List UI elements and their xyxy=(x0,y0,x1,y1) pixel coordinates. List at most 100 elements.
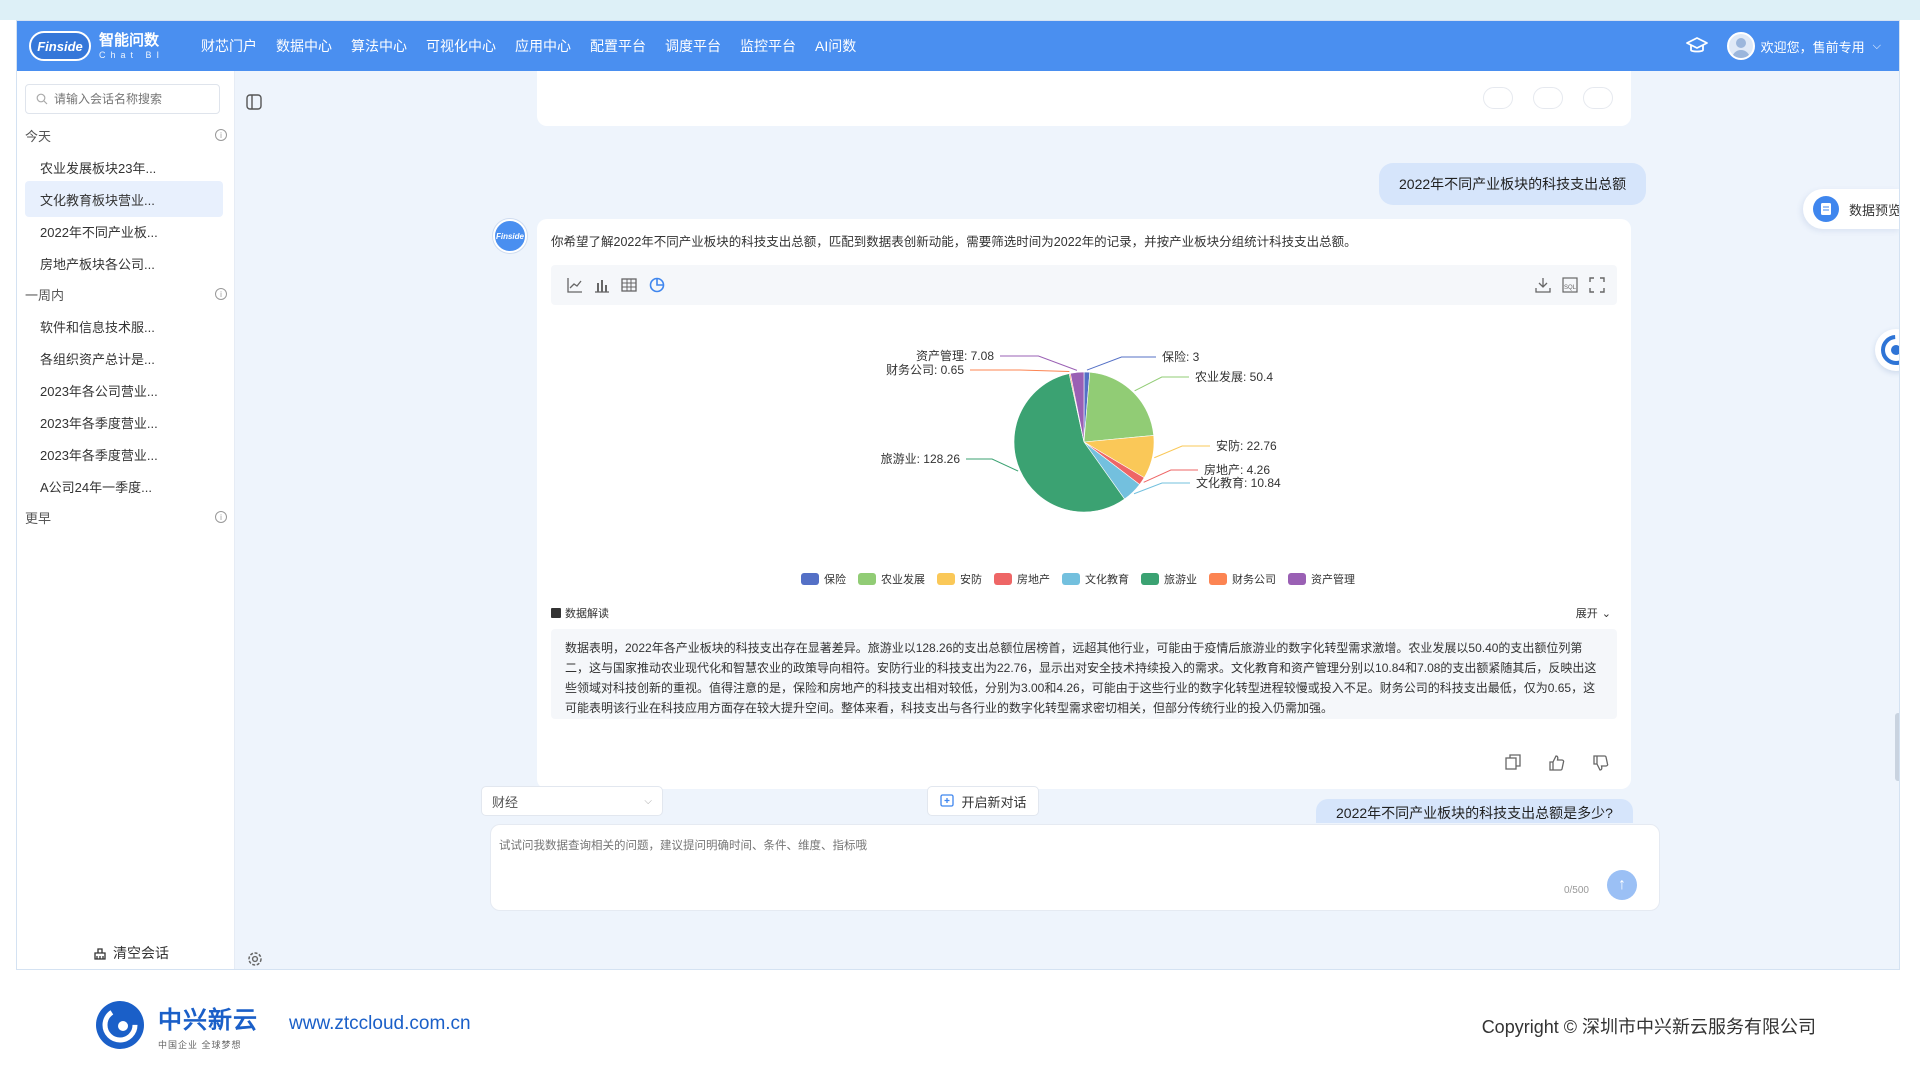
send-button[interactable]: ↑ xyxy=(1607,870,1637,900)
legend-item-4[interactable]: 文化教育 xyxy=(1062,571,1129,587)
sidebar-item-conversation[interactable]: 2023年各公司营业... xyxy=(25,372,223,408)
fullscreen-icon[interactable] xyxy=(1587,275,1607,295)
footer-url[interactable]: www.ztccloud.com.cn xyxy=(289,1013,471,1035)
graduation-cap-icon[interactable] xyxy=(1685,34,1709,58)
data-preview-button[interactable]: 数据预览 xyxy=(1803,189,1899,229)
sidebar-item-conversation-active[interactable]: 文化教育板块营业... xyxy=(25,181,223,217)
conversation-sidebar: 今天 i 农业发展板块23年... 文化教育板块营业... 2022年不同产业板… xyxy=(17,71,235,969)
legend-label: 文化教育 xyxy=(1085,574,1129,586)
pie-chart-icon[interactable] xyxy=(647,275,667,295)
info-icon[interactable]: i xyxy=(215,288,227,300)
sidebar-item-conversation[interactable]: 软件和信息技术服... xyxy=(25,308,223,344)
copy-button[interactable] xyxy=(1483,87,1513,109)
sql-icon[interactable]: SQL xyxy=(1560,275,1580,295)
group-title: 更早 xyxy=(25,510,52,526)
new-chat-button[interactable]: 开启新对话 xyxy=(927,786,1039,816)
sidebar-item-conversation[interactable]: 2023年各季度营业... xyxy=(25,436,223,472)
legend-swatch xyxy=(1062,573,1080,585)
bot-intro-text: 你希望了解2022年不同产业板块的科技支出总额，匹配到数据表创新动能，需要筛选时… xyxy=(551,235,1357,249)
dislike-button[interactable] xyxy=(1583,87,1613,109)
user-message-partial: 2022年不同产业板块的科技支出总额是多少? xyxy=(1316,799,1633,823)
nav-item-algorithm-center[interactable]: 算法中心 xyxy=(351,36,407,56)
legend-item-0[interactable]: 保险 xyxy=(801,571,846,587)
info-icon[interactable]: i xyxy=(215,511,227,523)
app-window: Finside 智能问数 Chat BI 财芯门户 数据中心 算法中心 可视化中… xyxy=(16,20,1900,970)
svg-text:SQL: SQL xyxy=(1564,285,1577,291)
sidebar-item-conversation[interactable]: 各组织资产总计是... xyxy=(25,340,223,376)
arrow-up-icon: ↑ xyxy=(1618,876,1626,893)
footer-brand-name: 中兴新云 xyxy=(158,1006,258,1034)
bot-answer-card: 你希望了解2022年不同产业板块的科技支出总额，匹配到数据表创新动能，需要筛选时… xyxy=(537,219,1631,789)
top-strip xyxy=(0,0,1920,20)
nav-item-monitoring-platform[interactable]: 监控平台 xyxy=(740,36,796,56)
scrollbar-thumb[interactable] xyxy=(1895,713,1899,781)
legend-item-1[interactable]: 农业发展 xyxy=(858,571,925,587)
sidebar-item-conversation[interactable]: 2023年各季度营业... xyxy=(25,404,223,440)
nav-item-portal[interactable]: 财芯门户 xyxy=(201,36,257,56)
legend-item-3[interactable]: 房地产 xyxy=(994,571,1050,587)
legend-label: 房地产 xyxy=(1017,574,1050,586)
info-icon[interactable]: i xyxy=(215,129,227,141)
app-logo[interactable]: Finside 智能问数 Chat BI xyxy=(29,31,189,61)
pie-data-label-0: 保险: 3 xyxy=(1162,349,1200,364)
thumbs-down-icon[interactable] xyxy=(1585,751,1617,775)
sidebar-item-conversation[interactable]: 2022年不同产业板... xyxy=(25,213,223,249)
like-button[interactable] xyxy=(1533,87,1563,109)
legend-item-2[interactable]: 安防 xyxy=(937,571,982,587)
brand-swirl-icon xyxy=(96,1001,144,1049)
legend-swatch xyxy=(801,573,819,585)
copy-icon[interactable] xyxy=(1497,751,1529,775)
legend-label: 农业发展 xyxy=(881,574,925,586)
chat-input[interactable] xyxy=(499,837,1599,877)
group-title: 今天 xyxy=(25,128,52,144)
chart-toolbar: SQL xyxy=(551,265,1617,305)
legend-label: 资产管理 xyxy=(1311,574,1355,586)
pie-label-line-2 xyxy=(1154,445,1210,459)
group-title: 一周内 xyxy=(25,287,65,303)
sidebar-item-conversation[interactable]: A公司24年一季度... xyxy=(25,468,223,504)
download-icon[interactable] xyxy=(1533,275,1553,295)
welcome-text[interactable]: 欢迎您，售前专用 xyxy=(1761,37,1865,56)
nav-item-application-center[interactable]: 应用中心 xyxy=(515,36,571,56)
thumbs-up-icon[interactable] xyxy=(1541,751,1573,775)
legend-swatch xyxy=(994,573,1012,585)
legend-item-5[interactable]: 旅游业 xyxy=(1141,571,1197,587)
conversation-search[interactable] xyxy=(25,84,220,114)
logo-subtitle: Chat BI xyxy=(99,49,165,60)
assistant-float-icon[interactable] xyxy=(1875,329,1899,371)
user-message: 2022年不同产业板块的科技支出总额 xyxy=(1379,163,1647,205)
nav-item-scheduling-platform[interactable]: 调度平台 xyxy=(665,36,721,56)
table-icon[interactable] xyxy=(619,275,639,295)
chevron-down-icon[interactable]: ⌵ xyxy=(1873,40,1881,53)
chat-input-box: 0/500 ↑ xyxy=(490,824,1660,911)
legend-item-6[interactable]: 财务公司 xyxy=(1209,571,1276,587)
sidebar-item-conversation[interactable]: 农业发展板块23年... xyxy=(25,149,223,185)
legend-swatch xyxy=(937,573,955,585)
pie-data-label-6: 财务公司: 0.65 xyxy=(886,362,964,377)
logo-title: 智能问数 xyxy=(99,31,160,49)
sidebar-item-conversation[interactable]: 房地产板块各公司... xyxy=(25,245,223,281)
pie-data-label-5: 旅游业: 128.26 xyxy=(881,452,961,466)
nav-item-data-center[interactable]: 数据中心 xyxy=(276,36,332,56)
expand-button[interactable]: 展开 ⌄ xyxy=(1576,605,1611,621)
chevron-double-down-icon: ⌄ xyxy=(1601,607,1611,620)
legend-label: 财务公司 xyxy=(1232,574,1276,586)
chart-legend: 保险 农业发展 安防 房地产 文化教育 旅游业 财务公司 资产管理 xyxy=(537,571,1631,587)
legend-swatch xyxy=(858,573,876,585)
previous-answer-card xyxy=(537,71,1631,126)
user-avatar[interactable] xyxy=(1726,32,1755,60)
footer-brand-slogan: 中国企业 全球梦想 xyxy=(158,1039,242,1050)
domain-select[interactable]: 财经 ⌵ xyxy=(481,786,663,816)
line-chart-icon[interactable] xyxy=(565,275,585,295)
legend-label: 旅游业 xyxy=(1164,574,1197,586)
nav-item-visualization-center[interactable]: 可视化中心 xyxy=(426,36,496,56)
search-input[interactable] xyxy=(54,92,214,106)
legend-swatch xyxy=(1288,573,1306,585)
nav-item-ai-query[interactable]: AI问数 xyxy=(815,36,856,56)
bar-chart-icon[interactable] xyxy=(592,275,612,295)
clear-conversations-button[interactable]: 清空会话 xyxy=(92,943,169,963)
nav-item-config-platform[interactable]: 配置平台 xyxy=(590,36,646,56)
interpretation-text: 数据表明，2022年各产业板块的科技支出存在显著差异。旅游业以128.26的支出… xyxy=(551,629,1617,719)
pie-slice-1[interactable] xyxy=(1083,371,1155,443)
legend-item-7[interactable]: 资产管理 xyxy=(1288,571,1355,587)
